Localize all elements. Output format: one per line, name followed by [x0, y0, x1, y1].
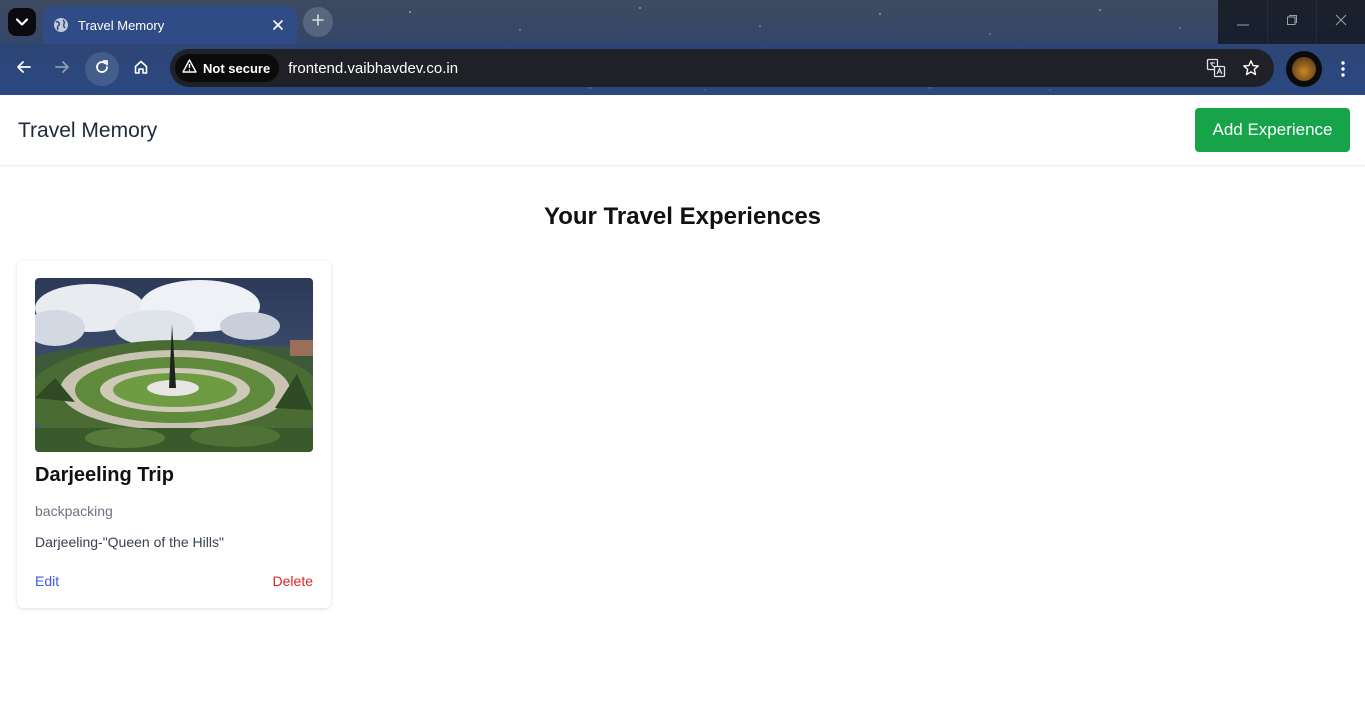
restore-button[interactable]: [1267, 0, 1316, 44]
back-button[interactable]: [7, 52, 41, 86]
back-icon: [16, 59, 32, 80]
window-close-icon: [1335, 13, 1347, 31]
tab-search-icon: [15, 13, 29, 31]
translate-icon[interactable]: [1204, 56, 1228, 80]
add-experience-button[interactable]: Add Experience: [1195, 108, 1350, 152]
new-tab-button[interactable]: [303, 7, 333, 37]
experience-title: Darjeeling Trip: [35, 464, 174, 486]
globe-icon: [53, 17, 69, 33]
restore-icon: [1286, 13, 1298, 31]
plus-icon: [312, 13, 324, 31]
page-title: Your Travel Experiences: [543, 203, 822, 230]
reload-button[interactable]: [85, 52, 119, 86]
home-icon: [133, 59, 149, 80]
experience-photo: [35, 278, 313, 452]
experience-card: Darjeeling Trip backpacking Darjeeling-"…: [17, 261, 331, 608]
tab-search-button[interactable]: [8, 8, 36, 36]
url-text[interactable]: frontend.vaibhavdev.co.in: [288, 60, 1204, 77]
edit-link[interactable]: Edit: [35, 573, 59, 589]
page-content: Travel Memory Add Experience Your Travel…: [0, 95, 1365, 717]
forward-button[interactable]: [45, 52, 79, 86]
profile-avatar[interactable]: [1286, 51, 1322, 87]
app-header: Travel Memory Add Experience: [0, 95, 1365, 166]
tab-strip: Travel Memory: [0, 0, 1365, 44]
experience-trip-type: backpacking: [35, 503, 113, 519]
browser-tab[interactable]: Travel Memory: [43, 6, 297, 44]
tab-title: Travel Memory: [78, 17, 165, 33]
close-icon[interactable]: [269, 16, 287, 34]
address-bar[interactable]: Not secure frontend.vaibhavdev.co.in: [170, 49, 1274, 87]
star-icon[interactable]: [1239, 56, 1263, 80]
kebab-menu-icon[interactable]: [1330, 56, 1356, 82]
browser-toolbar: Not secure frontend.vaibhavdev.co.in: [0, 44, 1365, 95]
security-chip[interactable]: Not secure: [175, 54, 280, 82]
minimize-button[interactable]: [1218, 0, 1267, 44]
avatar-image: [1292, 57, 1316, 81]
brand-title[interactable]: Travel Memory: [18, 119, 157, 143]
browser-chrome: Travel Memory Not secure frontend.vaibha…: [0, 0, 1365, 95]
forward-icon: [54, 59, 70, 80]
window-close-button[interactable]: [1316, 0, 1365, 44]
home-button[interactable]: [124, 52, 158, 86]
security-label: Not secure: [203, 60, 271, 76]
delete-link[interactable]: Delete: [273, 573, 313, 589]
experience-description: Darjeeling-"Queen of the Hills": [35, 534, 224, 550]
minimize-icon: [1236, 13, 1249, 31]
reload-icon: [94, 59, 110, 80]
warning-icon: [182, 58, 197, 78]
